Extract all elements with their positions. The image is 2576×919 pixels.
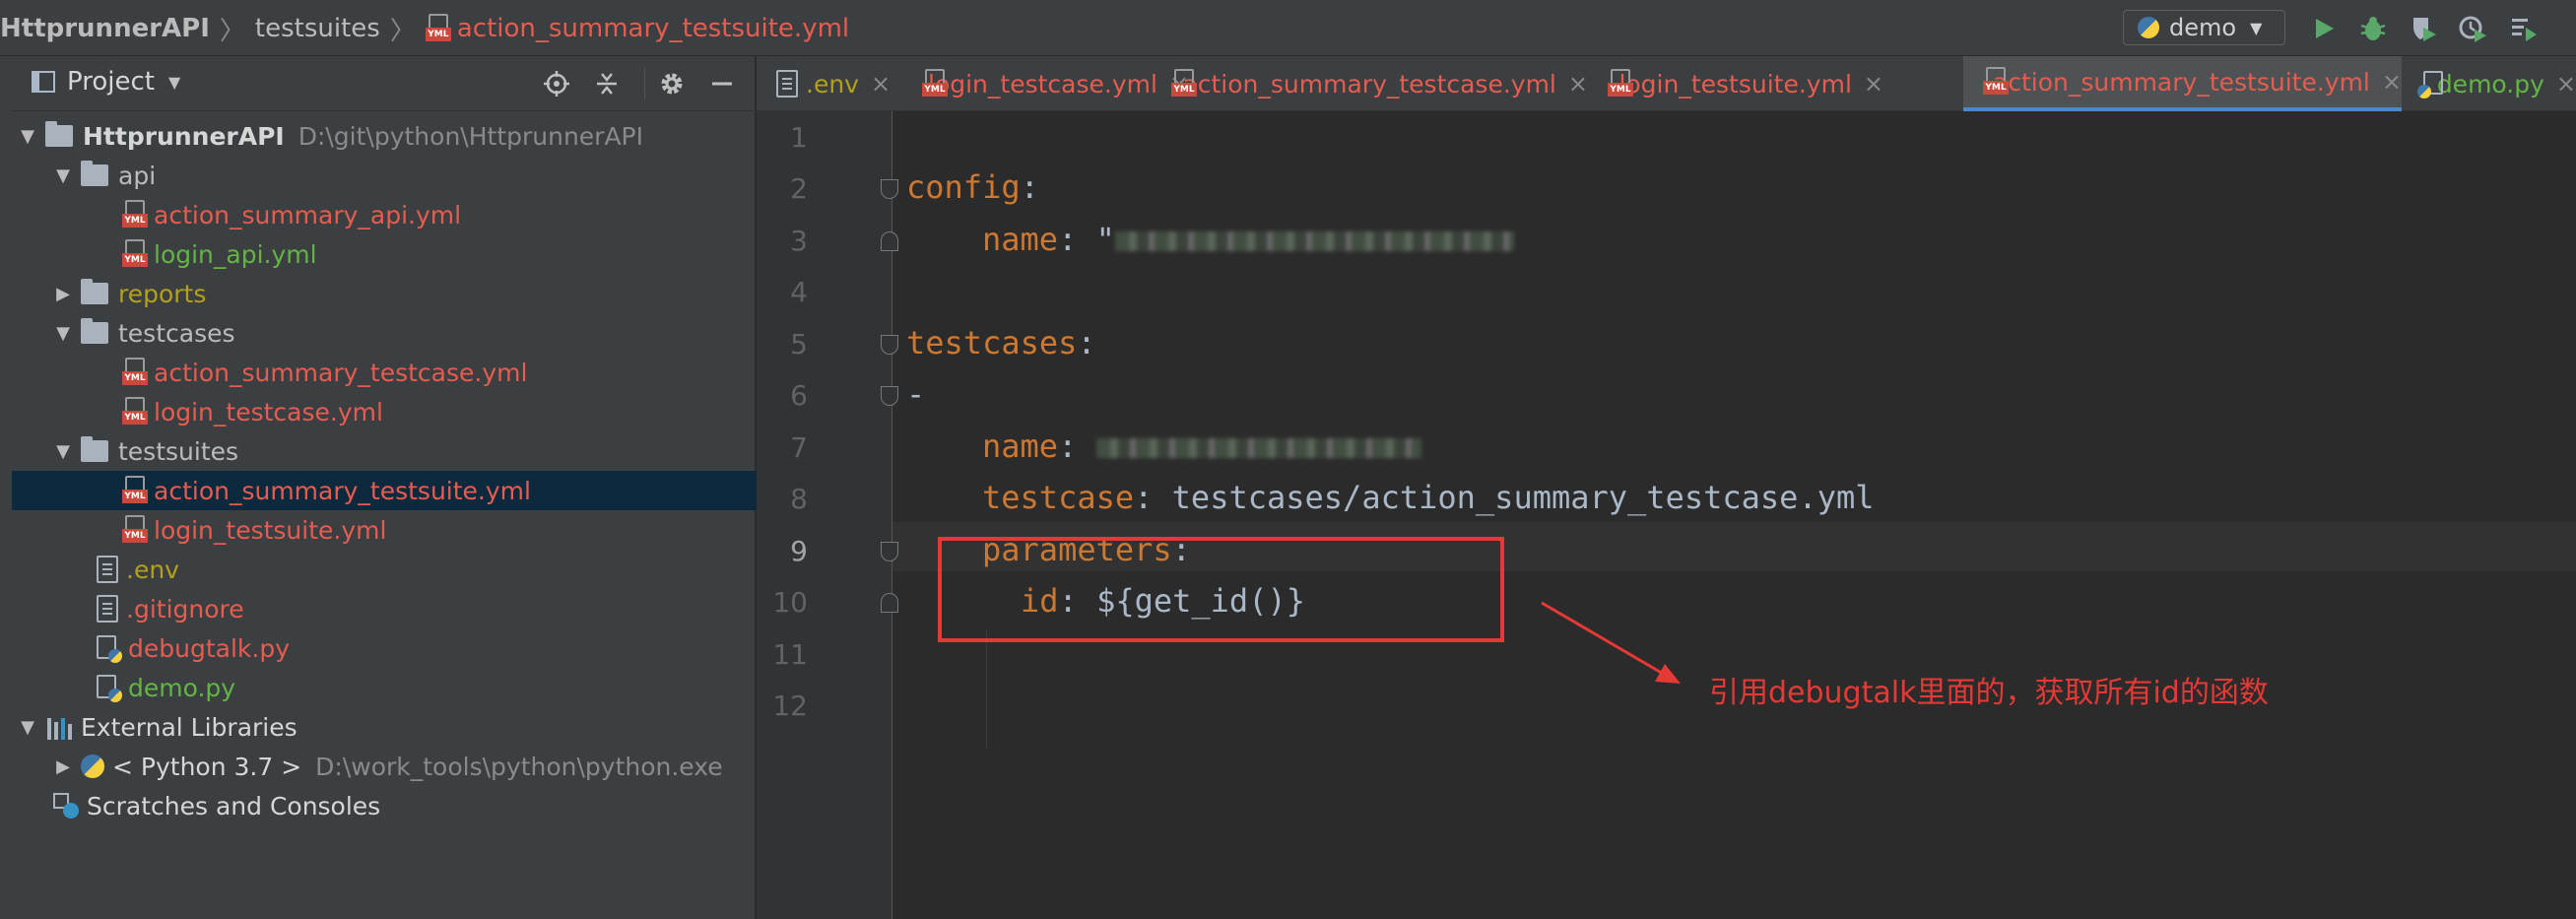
annotation-arrow-icon <box>1541 601 1681 684</box>
annotation-text: 引用debugtalk里面的，获取所有id的函数 <box>1709 676 2269 710</box>
